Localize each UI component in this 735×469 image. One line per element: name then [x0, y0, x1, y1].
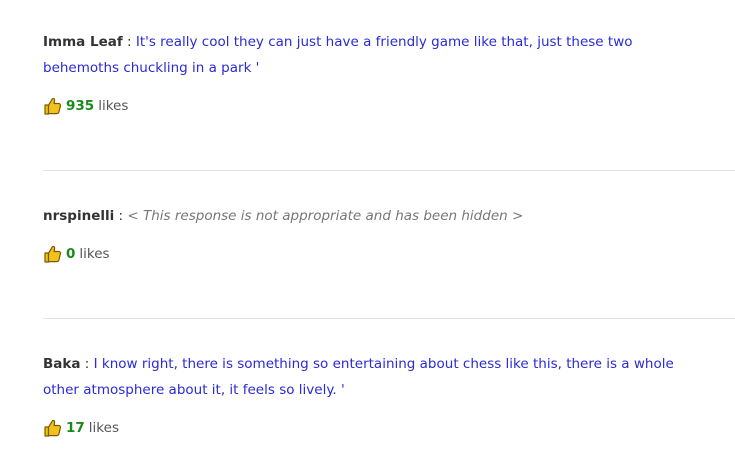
- comment-author[interactable]: nrspinelli: [43, 208, 114, 224]
- comment-item: Imma Leaf : It's really cool they can ju…: [43, 29, 735, 117]
- like-label: likes: [79, 246, 110, 262]
- comment-text-line: nrspinelli : < This response is not appr…: [43, 203, 735, 229]
- likes-row: 935 likes: [43, 95, 735, 117]
- comment-separator: :: [114, 208, 128, 224]
- like-label: likes: [98, 98, 129, 114]
- thumbs-up-icon[interactable]: [43, 96, 63, 116]
- comment-text-line: Baka : I know right, there is something …: [43, 351, 735, 403]
- comment-body: I know right, there is something so ente…: [43, 356, 674, 398]
- like-label: likes: [88, 420, 119, 436]
- likes-row: 17 likes: [43, 417, 735, 439]
- thumbs-up-icon[interactable]: [43, 244, 63, 264]
- comment-separator: :: [80, 356, 94, 372]
- like-count: 0: [66, 246, 76, 262]
- like-count: 17: [66, 420, 85, 436]
- like-count: 935: [66, 98, 95, 114]
- comment-author[interactable]: Baka: [43, 356, 81, 372]
- comment-item: nrspinelli : < This response is not appr…: [43, 203, 735, 265]
- likes-row: 0 likes: [43, 243, 735, 265]
- comment-separator: :: [122, 34, 136, 50]
- comment-divider: [43, 170, 735, 171]
- comment-author[interactable]: Imma Leaf: [43, 34, 123, 50]
- hidden-comment-notice: < This response is not appropriate and h…: [127, 208, 524, 224]
- comment-list: Imma Leaf : It's really cool they can ju…: [0, 0, 735, 469]
- comment-item: Baka : I know right, there is something …: [43, 351, 735, 439]
- thumbs-up-icon[interactable]: [43, 418, 63, 438]
- comment-divider: [43, 318, 735, 319]
- comment-text-line: Imma Leaf : It's really cool they can ju…: [43, 29, 735, 81]
